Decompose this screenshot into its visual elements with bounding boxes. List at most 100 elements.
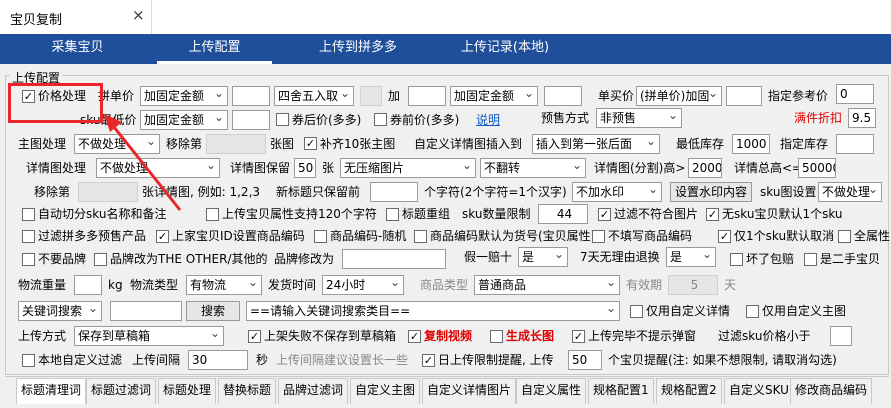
- tab-title-filter[interactable]: 标题过滤词: [86, 378, 157, 404]
- plus-input[interactable]: [408, 86, 446, 106]
- nav-upload-pdd[interactable]: 上传到拼多多: [293, 34, 423, 64]
- filter-img-checkbox[interactable]: ✓: [598, 208, 611, 221]
- second-checkbox[interactable]: [804, 253, 817, 266]
- no-brand-label: 不要品牌: [38, 252, 87, 266]
- set-stock-input[interactable]: [836, 134, 874, 154]
- goods-type-select[interactable]: 普通商品: [474, 275, 620, 295]
- broken-checkbox[interactable]: [730, 253, 743, 266]
- search-button[interactable]: 搜索: [186, 301, 240, 321]
- wm-button[interactable]: 设置水印内容: [670, 182, 752, 202]
- move-input[interactable]: [206, 134, 266, 154]
- no-brand-checkbox[interactable]: [22, 253, 35, 266]
- split-input[interactable]: 2000: [688, 158, 722, 178]
- presale-select[interactable]: 非预售: [596, 108, 682, 128]
- ref-price-label: 指定参考价: [768, 89, 829, 103]
- return-select[interactable]: 是: [666, 247, 716, 267]
- weight-input[interactable]: [74, 275, 102, 295]
- filter-presale-label: 过滤拼多多预售产品: [38, 229, 147, 243]
- ref-price-input[interactable]: 0: [836, 84, 874, 104]
- pin-mode-select[interactable]: 加固定金额: [140, 86, 228, 106]
- auto-cut-checkbox[interactable]: [22, 208, 35, 221]
- logi-select[interactable]: 有物流: [186, 275, 262, 295]
- kg-label: kg: [108, 278, 123, 292]
- title-regroup-checkbox[interactable]: [386, 208, 399, 221]
- fake-select[interactable]: 是: [518, 247, 568, 267]
- all-attr-checkbox[interactable]: [838, 230, 851, 243]
- shop-id-checkbox[interactable]: ✓: [156, 230, 169, 243]
- close-icon[interactable]: ×: [132, 6, 145, 24]
- keyword-input[interactable]: [110, 301, 182, 321]
- pad10-checkbox[interactable]: ✓: [304, 137, 317, 150]
- filter-sku-input[interactable]: [830, 326, 852, 346]
- explain-link[interactable]: 说明: [476, 112, 500, 128]
- sku-amount-input[interactable]: [232, 110, 270, 130]
- daily-limit-checkbox[interactable]: ✓: [422, 354, 435, 367]
- brand-other-checkbox[interactable]: [94, 253, 107, 266]
- own-main-checkbox[interactable]: [746, 305, 759, 318]
- logi-label: 物流类型: [130, 278, 179, 292]
- local-filter-checkbox[interactable]: [22, 354, 35, 367]
- compress-select[interactable]: 无压缩图片: [340, 158, 476, 178]
- tab-own-attr[interactable]: 自定义属性: [516, 378, 587, 404]
- coupon-after-label: 券后价(多多): [292, 113, 362, 127]
- img-label: 张图: [270, 137, 295, 151]
- nav-upload-config[interactable]: 上传配置: [157, 34, 272, 64]
- sku-img-select[interactable]: 不做处理: [818, 182, 882, 202]
- one-sku-checkbox[interactable]: ✓: [718, 230, 731, 243]
- filter-presale-checkbox[interactable]: [22, 230, 35, 243]
- upload-mode-select[interactable]: 保存到草稿箱: [74, 326, 224, 346]
- limit-n-input[interactable]: 50: [568, 350, 602, 370]
- code-rand-checkbox[interactable]: [314, 230, 327, 243]
- sku-limit-input[interactable]: 44: [538, 204, 588, 224]
- tab-own-main[interactable]: 自定义主图: [350, 378, 421, 404]
- fail-nosave-checkbox[interactable]: ✓: [248, 330, 261, 343]
- code-goods-checkbox[interactable]: [414, 230, 427, 243]
- sheet-label: 张: [322, 161, 335, 175]
- brand-change-input[interactable]: [342, 249, 446, 269]
- interval-input[interactable]: 30: [188, 350, 248, 370]
- tab-title-clean[interactable]: 标题清理词: [16, 378, 87, 404]
- pin-amount-input[interactable]: [232, 86, 270, 106]
- highlight-box: [8, 83, 103, 123]
- single-input[interactable]: [726, 86, 762, 106]
- pad10-label: 补齐10张主图: [320, 137, 396, 151]
- nav-upload-record[interactable]: 上传记录(本地): [440, 34, 570, 64]
- title-len-input[interactable]: [370, 182, 418, 202]
- keep-n-input[interactable]: 50: [294, 158, 316, 178]
- copy-video-checkbox[interactable]: ✓: [408, 330, 421, 343]
- keyword-mode-select[interactable]: 关键词搜索: [18, 301, 102, 321]
- tab-edit-code[interactable]: 修改商品编码: [790, 378, 873, 404]
- total-input[interactable]: 50000: [798, 158, 836, 178]
- tab-spec1[interactable]: 规格配置1: [588, 378, 654, 404]
- insert-pos-select[interactable]: 插入到第一张后面: [532, 134, 660, 154]
- round-digit-input[interactable]: [360, 86, 382, 106]
- sec-label: 秒: [256, 353, 269, 367]
- watermark-select[interactable]: 不加水印: [572, 182, 662, 202]
- mode2-input[interactable]: [544, 86, 582, 106]
- coupon-after-checkbox[interactable]: [276, 113, 289, 126]
- coupon-before-checkbox[interactable]: [374, 113, 387, 126]
- min-stock-input[interactable]: 1000: [732, 134, 770, 154]
- tab-own-sku[interactable]: 自定义SKU: [724, 378, 794, 404]
- valid-input[interactable]: 5: [668, 275, 718, 295]
- nav-collect[interactable]: 采集宝贝: [20, 34, 135, 64]
- own-detail-checkbox[interactable]: [630, 305, 643, 318]
- discount-input[interactable]: 9.5: [848, 108, 876, 128]
- long-img-checkbox[interactable]: [490, 330, 503, 343]
- tab-spec2[interactable]: 规格配置2: [656, 378, 722, 404]
- mode2-select[interactable]: 加固定金额: [450, 86, 538, 106]
- tab-replace-title[interactable]: 替换标题: [218, 378, 277, 404]
- no-code-checkbox[interactable]: [592, 230, 605, 243]
- flip-select[interactable]: 不翻转: [480, 158, 586, 178]
- tab-own-detail[interactable]: 自定义详情图片: [422, 378, 517, 404]
- tab-title-proc[interactable]: 标题处理: [158, 378, 217, 404]
- attr120-checkbox[interactable]: [206, 208, 219, 221]
- single-mode-select[interactable]: (拼单价)加固: [636, 86, 722, 106]
- ship-select[interactable]: 24小时: [322, 275, 404, 295]
- no-popup-checkbox[interactable]: ✓: [572, 330, 585, 343]
- round-select[interactable]: 四舍五入取: [274, 86, 354, 106]
- nosku-checkbox[interactable]: ✓: [706, 208, 719, 221]
- total-label: 详情总高<=: [734, 161, 803, 175]
- category-select[interactable]: ==请输入关键词搜索类目==: [246, 301, 620, 321]
- tab-brand-filter[interactable]: 品牌过滤词: [278, 378, 349, 404]
